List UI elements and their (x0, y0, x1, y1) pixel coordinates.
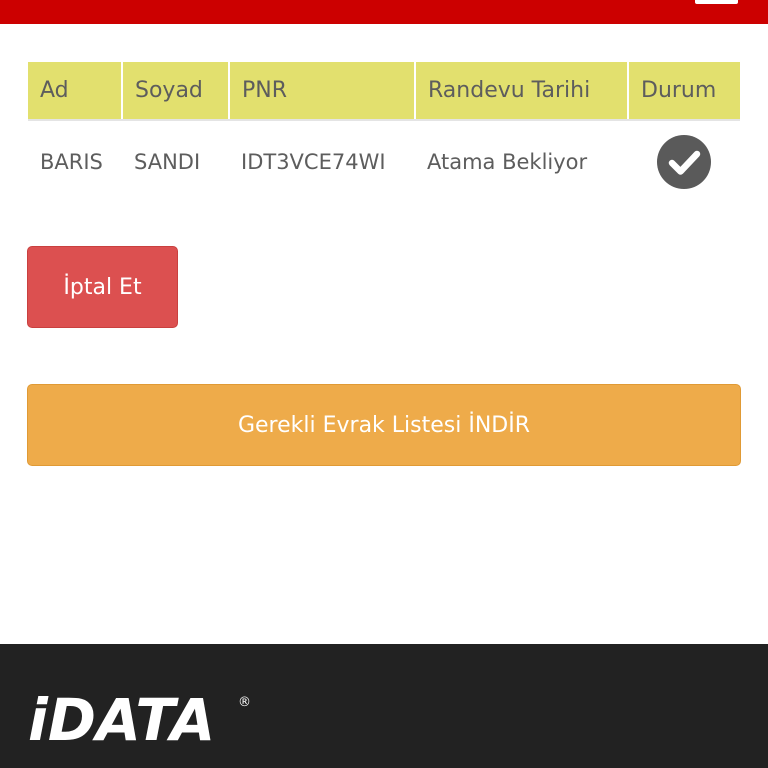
cancel-appointment-button[interactable]: İptal Et (27, 246, 178, 328)
download-documents-button[interactable]: Gerekli Evrak Listesi İNDİR (27, 384, 741, 466)
top-bar (0, 0, 768, 24)
idata-logo: iDATA ® (28, 690, 251, 750)
appointment-table: Ad Soyad PNR Randevu Tarihi Durum BARIS … (28, 62, 740, 202)
logo-registered-mark: ® (238, 695, 251, 710)
menu-icon[interactable] (695, 0, 738, 4)
cell-ad: BARIS (40, 149, 103, 174)
cell-pnr: IDT3VCE74WI (241, 149, 386, 174)
page: Ad Soyad PNR Randevu Tarihi Durum BARIS … (0, 0, 768, 768)
table-header-row: Ad Soyad PNR Randevu Tarihi Durum (28, 62, 740, 121)
check-circle-icon (657, 134, 711, 189)
header-soyad: Soyad (122, 62, 230, 121)
header-durum: Durum (628, 62, 740, 121)
header-pnr: PNR (229, 62, 416, 121)
header-ad: Ad (28, 62, 123, 121)
logo-text: iDATA (28, 690, 215, 750)
cell-randevu-tarihi: Atama Bekliyor (427, 149, 588, 174)
cell-soyad: SANDI (134, 149, 201, 174)
table-row: BARIS SANDI IDT3VCE74WI Atama Bekliyor (28, 120, 740, 202)
cell-durum (628, 120, 740, 202)
header-randevu-tarihi: Randevu Tarihi (415, 62, 629, 121)
